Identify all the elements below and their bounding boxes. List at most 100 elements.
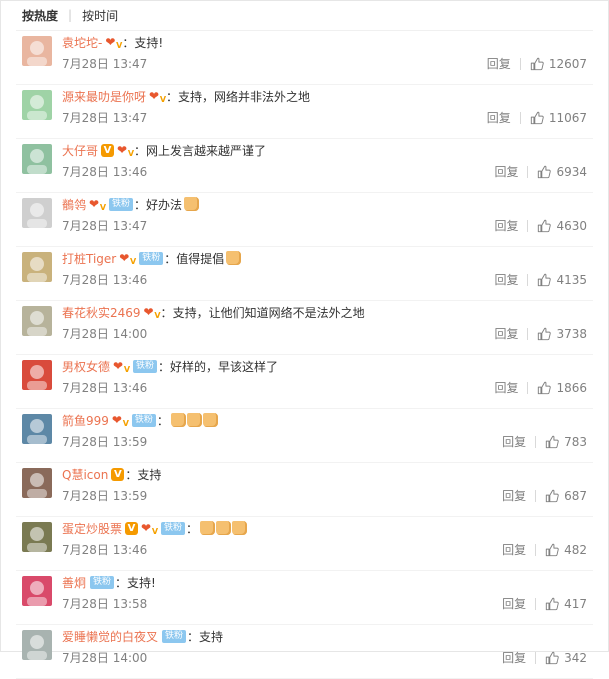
comment-content: 源来最叻是你呀 ❤ V ： 支持，网络并非法外之地 — [62, 86, 310, 106]
vip-heart-badge-icon[interactable]: ❤ V — [119, 251, 136, 266]
username-link[interactable]: 源来最叻是你呀 — [62, 88, 146, 105]
sort-by-hot-tab[interactable]: 按热度 — [22, 7, 58, 24]
iron-fan-badge[interactable]: 铁粉 — [133, 359, 158, 373]
avatar[interactable] — [22, 360, 52, 390]
verified-badge-icon[interactable]: V — [125, 521, 139, 535]
action-divider — [535, 651, 537, 664]
avatar[interactable] — [22, 90, 52, 120]
verified-badge-icon[interactable]: V — [101, 143, 115, 157]
action-divider — [527, 327, 529, 340]
like-button[interactable]: 417 — [545, 597, 587, 611]
action-divider — [535, 543, 537, 556]
action-divider — [527, 219, 529, 232]
avatar[interactable] — [22, 144, 52, 174]
vip-heart-badge-icon[interactable]: ❤ V — [89, 197, 106, 212]
username-link[interactable]: 爱睡懒觉的白夜叉 — [62, 628, 158, 645]
reply-button[interactable]: 回复 — [502, 433, 526, 450]
comment-item: 春花秋实2469 ❤ V ： 支持，让他们知道网络不是法外之地 7月28日 14:… — [16, 301, 593, 355]
avatar[interactable] — [22, 576, 52, 606]
comment-text: 支持! — [134, 35, 164, 50]
comment-item: 大仔哥 V ❤ V ： 网上发言越来越严谨了 7月28日 13:46 回复 6934 — [16, 139, 593, 193]
reply-button[interactable]: 回复 — [502, 595, 526, 612]
avatar[interactable] — [22, 522, 52, 552]
reply-button[interactable]: 回复 — [494, 325, 518, 342]
like-count: 417 — [564, 596, 587, 611]
reply-button[interactable]: 回复 — [487, 109, 511, 126]
like-button[interactable]: 783 — [545, 435, 587, 449]
like-button[interactable]: 1866 — [537, 381, 587, 395]
like-button[interactable]: 12607 — [530, 57, 587, 71]
reply-button[interactable]: 回复 — [502, 541, 526, 558]
comment-actions: 回复 3738 — [494, 325, 587, 342]
thumbs-up-icon — [538, 219, 552, 232]
username-link[interactable]: 打桩Tiger — [62, 250, 116, 267]
iron-fan-badge[interactable]: 铁粉 — [161, 521, 186, 535]
like-button[interactable]: 4630 — [537, 219, 587, 233]
avatar[interactable] — [22, 252, 52, 282]
iron-fan-badge[interactable]: 铁粉 — [90, 575, 115, 589]
comment-actions: 回复 482 — [502, 541, 587, 558]
avatar[interactable] — [22, 306, 52, 336]
iron-fan-badge[interactable]: 铁粉 — [131, 413, 156, 427]
comment-item: 袁坨坨- ❤ V ： 支持! 7月28日 13:47 回复 12607 — [16, 31, 593, 85]
username-link[interactable]: Q慧icon — [62, 466, 108, 483]
comment-timestamp: 7月28日 13:47 — [62, 57, 148, 71]
vip-heart-badge-icon[interactable]: ❤ V — [113, 359, 130, 374]
reply-button[interactable]: 回复 — [494, 163, 518, 180]
comment-timestamp: 7月28日 13:59 — [62, 435, 148, 449]
iron-fan-badge[interactable]: 铁粉 — [139, 251, 164, 265]
username-link[interactable]: 鶺鸰 — [62, 196, 86, 213]
avatar[interactable] — [22, 36, 52, 66]
reply-button[interactable]: 回复 — [502, 487, 526, 504]
comment-content: 善炯 铁粉 ： 支持! — [62, 572, 156, 592]
avatar[interactable] — [22, 198, 52, 228]
username-link[interactable]: 男权女德 — [62, 358, 110, 375]
sort-by-time-tab[interactable]: 按时间 — [82, 7, 118, 24]
avatar[interactable] — [22, 414, 52, 444]
action-divider — [535, 597, 537, 610]
comment-actions: 回复 4135 — [494, 271, 587, 288]
comment-text: 支持，网络并非法外之地 — [178, 89, 311, 104]
comment-timestamp: 7月28日 13:59 — [62, 489, 148, 503]
username-link[interactable]: 蛋定炒股票 — [62, 520, 122, 537]
like-button[interactable]: 3738 — [537, 327, 587, 341]
like-button[interactable]: 342 — [545, 651, 587, 665]
like-button[interactable]: 6934 — [537, 165, 587, 179]
vip-heart-badge-icon[interactable]: ❤ V — [144, 305, 161, 320]
colon: ： — [134, 143, 147, 158]
comment-timestamp: 7月28日 13:58 — [62, 597, 148, 611]
reply-button[interactable]: 回复 — [487, 55, 511, 72]
like-button[interactable]: 4135 — [537, 273, 587, 287]
reply-button[interactable]: 回复 — [494, 217, 518, 234]
thumbs-up-icon — [530, 111, 544, 124]
vip-heart-badge-icon[interactable]: ❤ V — [141, 521, 158, 536]
action-divider — [535, 435, 537, 448]
verified-badge-icon[interactable]: V — [111, 467, 125, 481]
comment-content: 大仔哥 V ❤ V ： 网上发言越来越严谨了 — [62, 140, 266, 160]
avatar[interactable] — [22, 468, 52, 498]
colon: ： — [187, 629, 200, 644]
like-button[interactable]: 11067 — [530, 111, 587, 125]
sort-bar: 按热度 | 按时间 — [0, 0, 609, 30]
reply-button[interactable]: 回复 — [494, 379, 518, 396]
thumbs-up-icon — [538, 327, 552, 340]
username-link[interactable]: 春花秋实2469 — [62, 304, 141, 321]
username-link[interactable]: 袁坨坨- — [62, 34, 102, 51]
comment-item: 男权女德 ❤ V 铁粉 ： 好样的，早该这样了 7月28日 13:46 回复 186… — [16, 355, 593, 409]
comment-text: 网上发言越来越严谨了 — [146, 143, 267, 158]
thumbs-up-emoji-icon — [200, 521, 216, 535]
avatar[interactable] — [22, 630, 52, 660]
like-button[interactable]: 687 — [545, 489, 587, 503]
username-link[interactable]: 善炯 — [62, 574, 86, 591]
like-button[interactable]: 482 — [545, 543, 587, 557]
iron-fan-badge[interactable]: 铁粉 — [162, 629, 187, 643]
vip-heart-badge-icon[interactable]: ❤ V — [117, 143, 134, 158]
iron-fan-badge[interactable]: 铁粉 — [109, 197, 134, 211]
vip-heart-badge-icon[interactable]: ❤ V — [149, 89, 166, 104]
action-divider — [519, 111, 521, 124]
vip-heart-badge-icon[interactable]: ❤ V — [105, 35, 122, 50]
username-link[interactable]: 箭鱼999 — [62, 412, 109, 429]
vip-heart-badge-icon[interactable]: ❤ V — [112, 413, 129, 428]
username-link[interactable]: 大仔哥 — [62, 142, 98, 159]
reply-button[interactable]: 回复 — [494, 271, 518, 288]
